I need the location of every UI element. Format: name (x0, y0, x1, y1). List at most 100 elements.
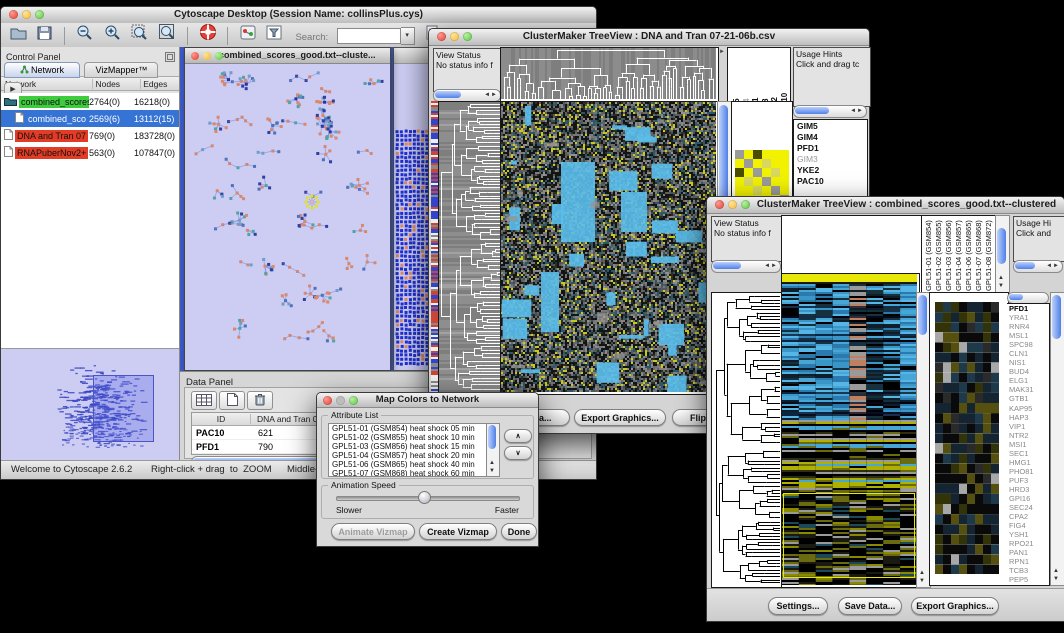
create-vizmap-button[interactable]: Create Vizmap (419, 523, 497, 540)
gene-label[interactable]: FIG4 (1007, 521, 1049, 530)
trash-icon[interactable] (247, 391, 273, 410)
gene-label[interactable]: PHO81 (1007, 467, 1049, 476)
row-label[interactable]: PFD1 (794, 143, 867, 154)
network-frame-1[interactable]: combined_scores_good.txt--cluste... (184, 47, 391, 371)
vizmapper-icon[interactable] (239, 24, 257, 49)
gene-label[interactable]: MSL1 (1007, 331, 1049, 340)
attribute-item[interactable]: GPL51-04 (GSM857) heat shock 20 min (329, 451, 487, 460)
close-icon[interactable] (715, 200, 724, 209)
gene-label[interactable]: SEC1 (1007, 449, 1049, 458)
gene-label[interactable]: TCB3 (1007, 566, 1049, 575)
close-icon[interactable] (9, 10, 18, 19)
attribute-item[interactable]: GPL51-02 (GSM855) heat shock 10 min (329, 433, 487, 442)
gene-label[interactable]: CLN1 (1007, 349, 1049, 358)
attribute-item[interactable]: GPL51-01 (GSM854) heat shock 05 min (329, 424, 487, 433)
zoom-selected-icon[interactable] (130, 23, 149, 49)
zoom-window-icon[interactable] (741, 200, 750, 209)
gene-label[interactable]: PUF3 (1007, 476, 1049, 485)
zoom-in-icon[interactable] (103, 23, 122, 49)
gene-label[interactable]: RPO21 (1007, 539, 1049, 548)
gene-label[interactable]: YRA1 (1007, 313, 1049, 322)
minimize-icon[interactable] (728, 200, 737, 209)
network-view-canvas[interactable] (185, 64, 388, 367)
gene-label[interactable]: PEP5 (1007, 575, 1049, 584)
export-graphics-button[interactable]: Export Graphics... (574, 409, 666, 426)
network-row[interactable]: combined_sco2569(6)13112(15) (1, 110, 179, 127)
close-icon[interactable] (400, 52, 408, 60)
attribute-item[interactable]: GPL51-07 (GSM868) heat shock 60 min (329, 469, 487, 477)
close-icon[interactable] (437, 32, 446, 41)
minimize-icon[interactable] (203, 52, 211, 60)
gene-label[interactable]: NIS1 (1007, 358, 1049, 367)
column-dendrogram-panel[interactable] (500, 47, 719, 102)
done-button[interactable]: Done (501, 523, 537, 540)
title-bar[interactable]: Map Colors to Network (317, 393, 538, 408)
filter-icon[interactable] (265, 24, 283, 49)
gene-label[interactable]: PAN1 (1007, 548, 1049, 557)
zoom-out-icon[interactable] (75, 23, 94, 49)
zoom-window-icon[interactable] (463, 32, 472, 41)
gene-label[interactable]: BUD4 (1007, 367, 1049, 376)
gene-label[interactable]: RNR4 (1007, 322, 1049, 331)
gene-label[interactable]: RPN1 (1007, 557, 1049, 566)
row-label[interactable]: PAC10 (794, 176, 867, 187)
network-row[interactable]: RNAPuberNov2+563(0)107847(0) (1, 144, 179, 161)
row-label[interactable]: GIM4 (794, 132, 867, 143)
minimize-icon[interactable] (336, 396, 345, 405)
gene-label[interactable]: GTB1 (1007, 394, 1049, 403)
network-row[interactable]: DNA and Tran 07769(0)183728(0) (1, 127, 179, 144)
gene-label[interactable]: NTR2 (1007, 431, 1049, 440)
row-dendrogram-panel[interactable] (711, 292, 783, 588)
minimize-icon[interactable] (22, 10, 31, 19)
gene-label[interactable]: SPC98 (1007, 340, 1049, 349)
gene-label[interactable]: PFD1 (1007, 304, 1049, 313)
view-status-scrollbar[interactable]: ◄► (711, 260, 781, 273)
attribute-list[interactable]: GPL51-01 (GSM854) heat shock 05 minGPL51… (328, 423, 488, 477)
new-page-icon[interactable] (219, 391, 245, 410)
heatmap-panel[interactable] (781, 273, 920, 588)
search-dropdown-button[interactable]: ▾ (401, 27, 415, 45)
search-input[interactable] (337, 28, 401, 44)
gene-label[interactable]: HMG1 (1007, 458, 1049, 467)
export-graphics-button[interactable]: Export Graphics... (911, 597, 999, 615)
gene-label[interactable]: HAP3 (1007, 413, 1049, 422)
row-label[interactable]: GIM5 (794, 121, 867, 132)
title-bar[interactable]: ClusterMaker TreeView : combined_scores_… (707, 197, 1064, 214)
animate-vizmap-button[interactable]: Animate Vizmap (331, 523, 415, 540)
gene-label[interactable]: KAP95 (1007, 404, 1049, 413)
close-icon[interactable] (323, 396, 332, 405)
save-data-button[interactable]: Save Data... (838, 597, 902, 615)
row-label[interactable]: GIM3 (794, 154, 867, 165)
attribute-list-scrollbar[interactable]: ▲▼ (486, 423, 500, 477)
open-folder-icon[interactable] (9, 24, 28, 49)
move-up-button[interactable]: ∧ (504, 429, 532, 443)
move-down-button[interactable]: ∨ (504, 446, 532, 460)
gene-label[interactable]: YSH1 (1007, 530, 1049, 539)
zoom-window-icon[interactable] (349, 396, 358, 405)
settings-button[interactable]: Settings... (768, 597, 828, 615)
column-labels-vscrollbar[interactable]: ▲▼ (995, 215, 1010, 293)
zoom-window-icon[interactable] (215, 52, 223, 60)
close-icon[interactable] (191, 52, 199, 60)
gene-label[interactable]: MSI1 (1007, 440, 1049, 449)
zoom-window-icon[interactable] (35, 10, 44, 19)
usage-hints-scrollbar[interactable]: ◄► (793, 105, 867, 118)
tab-vizmapper[interactable]: VizMapper™ (84, 62, 158, 78)
help-lifesaver-icon[interactable] (199, 23, 217, 49)
minimize-icon[interactable] (450, 32, 459, 41)
gene-label[interactable]: VIP1 (1007, 422, 1049, 431)
zoom-fit-icon[interactable] (158, 23, 177, 49)
title-bar[interactable]: ClusterMaker TreeView : DNA and Tran 07-… (429, 29, 869, 46)
gene-label[interactable]: MON2 (1007, 584, 1049, 586)
gene-label[interactable]: MAK31 (1007, 385, 1049, 394)
detail-vscrollbar[interactable]: ▲▼ (1050, 292, 1064, 586)
tree-expand-arrow[interactable]: ► (719, 49, 725, 55)
tab-network[interactable]: Network (4, 62, 80, 78)
attribute-table-icon[interactable] (191, 391, 217, 410)
gene-label[interactable]: CPA2 (1007, 512, 1049, 521)
slider-thumb[interactable] (418, 491, 431, 504)
save-icon[interactable] (36, 24, 53, 49)
row-dendrogram-panel[interactable] (438, 101, 504, 395)
detail-heatmap-panel[interactable] (929, 292, 1009, 586)
gene-label[interactable]: SEC24 (1007, 503, 1049, 512)
